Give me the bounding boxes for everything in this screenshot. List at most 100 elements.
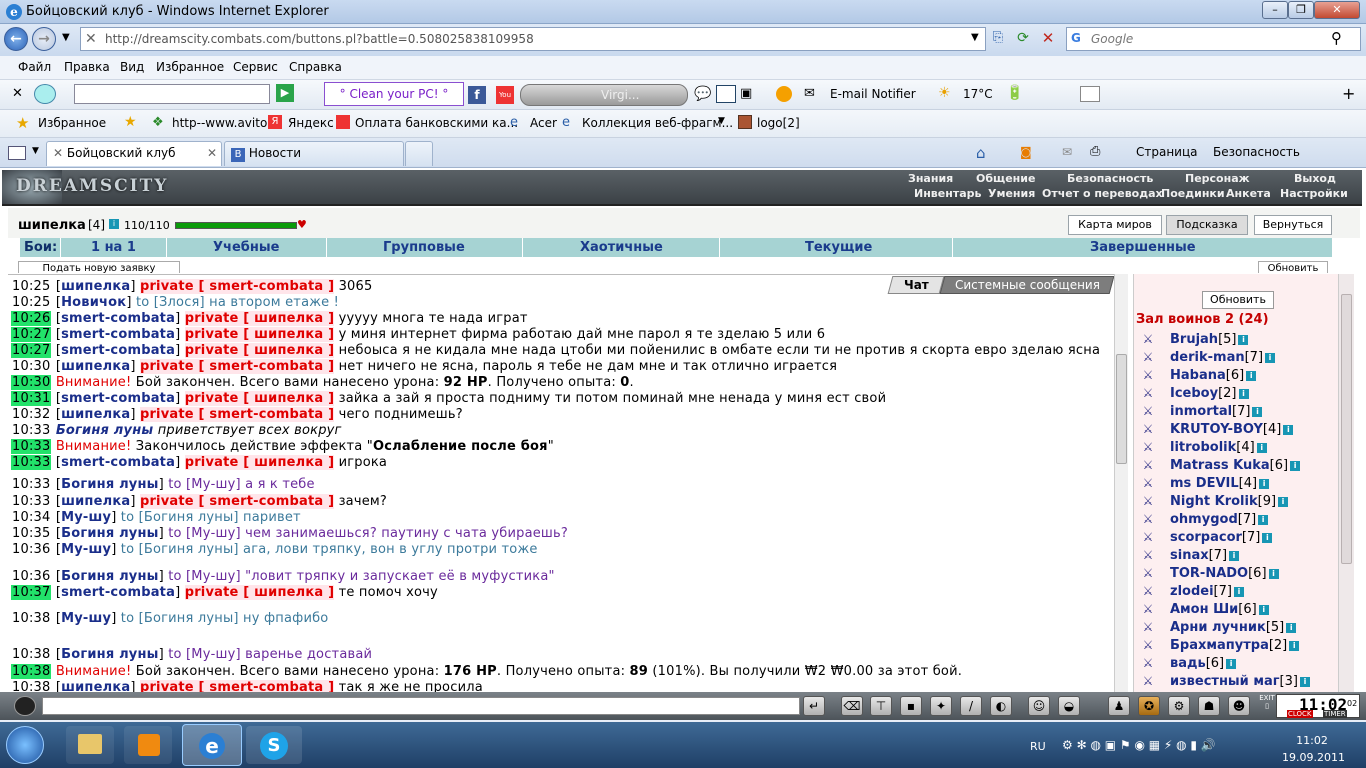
warrior-status-icon[interactable]: ⚔ — [1138, 620, 1158, 634]
chat-nick[interactable]: smert-combata — [61, 455, 175, 470]
warrior-item[interactable]: inmortal[7] i — [1170, 404, 1263, 419]
warriors-scroll-thumb[interactable] — [1341, 294, 1352, 564]
favorites-star-icon[interactable]: ★ — [16, 114, 29, 132]
exit-button[interactable]: EXIT ▯ — [1258, 694, 1276, 718]
nav-knowledge[interactable]: Знания — [908, 172, 953, 185]
warrior-status-icon[interactable]: ⚔ — [1138, 638, 1158, 652]
slash-icon[interactable]: / — [960, 696, 982, 716]
tab-chaotic[interactable]: Хаотичные — [580, 240, 663, 255]
info-icon[interactable]: i — [1283, 424, 1294, 435]
fav-yandex[interactable]: Яндекс — [288, 116, 334, 130]
menu-view[interactable]: Вид — [120, 60, 144, 74]
forward-button[interactable]: → — [32, 27, 56, 51]
warrior-name[interactable]: TOR-NADO — [1170, 566, 1248, 581]
helmet-icon[interactable]: ◒ — [1058, 696, 1080, 716]
warrior-status-icon[interactable]: ⚔ — [1138, 656, 1158, 670]
warrior-status-icon[interactable]: ⚔ — [1138, 494, 1158, 508]
new-tab-button[interactable] — [405, 141, 433, 166]
warrior-name[interactable]: Амон Ши — [1170, 602, 1238, 617]
fav-payment[interactable]: Оплата банковскими ка... — [355, 116, 518, 130]
info-icon[interactable]: i — [1299, 676, 1310, 687]
info-icon[interactable]: i — [1258, 604, 1269, 615]
character-name[interactable]: шипелка — [18, 218, 86, 233]
world-map-button[interactable]: Карта миров — [1068, 215, 1162, 235]
warrior-item[interactable]: известный маг[3] i — [1170, 674, 1310, 689]
tab-current[interactable]: Текущие — [805, 240, 872, 255]
menu-file[interactable]: Файл — [18, 60, 51, 74]
chat-nick[interactable]: smert-combata — [61, 343, 175, 358]
warrior-status-icon[interactable]: ⚔ — [1138, 350, 1158, 364]
chat-nick[interactable]: Му-шу — [61, 510, 111, 525]
info-icon[interactable]: i — [1262, 532, 1273, 543]
warrior-name[interactable]: известный маг — [1170, 674, 1280, 689]
media-player[interactable]: Virgi... — [520, 84, 688, 106]
filter-icon[interactable]: ⊤ — [870, 696, 892, 716]
warrior-name[interactable]: Brujah — [1170, 332, 1218, 347]
warrior-name[interactable]: Брахмапутра — [1170, 638, 1269, 653]
circle-icon[interactable] — [776, 86, 792, 102]
rss-icon[interactable]: ◙ — [1020, 145, 1032, 159]
info-icon[interactable]: i — [109, 219, 119, 229]
info-icon[interactable]: i — [1256, 442, 1267, 453]
warrior-name[interactable]: вадь — [1170, 656, 1206, 671]
chat-private-target[interactable]: private [ шипелка ] — [184, 311, 335, 326]
warrior-status-icon[interactable]: ⚔ — [1138, 530, 1158, 544]
warrior-status-icon[interactable]: ⚔ — [1138, 368, 1158, 382]
warrior-item[interactable]: Habana[6] i — [1170, 368, 1257, 383]
warrior-status-icon[interactable]: ⚔ — [1138, 566, 1158, 580]
warrior-name[interactable]: Habana — [1170, 368, 1226, 383]
url-dropdown-icon[interactable]: ▼ — [971, 32, 979, 43]
warrior-item[interactable]: Brujah[5] i — [1170, 332, 1249, 347]
menu-help[interactable]: Справка — [289, 60, 342, 74]
tab-fight-club[interactable]: ✕ Бойцовский клуб ✕ — [46, 141, 222, 166]
timer-label[interactable]: TIMER — [1323, 710, 1347, 718]
warrior-name[interactable]: Night Krolik — [1170, 494, 1258, 509]
quick-tabs-icon[interactable] — [8, 146, 26, 160]
fav-acer[interactable]: Acer — [530, 116, 557, 130]
info-icon[interactable]: i — [1246, 370, 1257, 381]
minimize-button[interactable]: – — [1262, 1, 1288, 19]
warrior-status-icon[interactable]: ⚔ — [1138, 602, 1158, 616]
chat-private-target[interactable]: private [ smert-combata ] — [139, 359, 335, 374]
warrior-status-icon[interactable]: ⚔ — [1138, 674, 1158, 688]
warrior-name[interactable]: Iceboy — [1170, 386, 1218, 401]
favorites-label[interactable]: Избранное — [38, 116, 106, 130]
url-field[interactable]: ✕ http://dreamscity.combats.com/buttons.… — [80, 27, 986, 51]
hint-button[interactable]: Подсказка — [1166, 215, 1248, 235]
close-tab-icon[interactable]: ✕ — [207, 146, 217, 160]
nav-security[interactable]: Безопасность — [1067, 172, 1153, 185]
tab-group[interactable]: Групповые — [383, 240, 465, 255]
info-icon[interactable]: i — [1290, 460, 1301, 471]
search-icon[interactable]: ⚲ — [1331, 29, 1342, 47]
nav-character[interactable]: Персонаж — [1185, 172, 1250, 185]
home-icon[interactable]: ⌂ — [976, 144, 986, 162]
lion-icon[interactable]: ✪ — [1138, 696, 1160, 716]
warrior-status-icon[interactable]: ⚔ — [1138, 404, 1158, 418]
refresh-requests-button[interactable]: Обновить — [1258, 261, 1328, 273]
figure-icon[interactable]: ♟ — [1108, 696, 1130, 716]
ie-taskbar-icon[interactable]: e — [182, 724, 242, 766]
info-icon[interactable]: i — [1265, 352, 1276, 363]
facebook-icon[interactable]: f — [468, 86, 486, 104]
nav-skills[interactable]: Умения — [988, 187, 1035, 200]
chevron-down-icon[interactable]: ▼ — [718, 116, 725, 126]
fav-webslices[interactable]: Коллекция веб-фрагм... — [582, 116, 733, 130]
warrior-status-icon[interactable]: ⚔ — [1138, 422, 1158, 436]
speed-icon[interactable]: ◐ — [990, 696, 1012, 716]
chat-private-target[interactable]: private [ шипелка ] — [184, 327, 335, 342]
warrior-status-icon[interactable]: ⚔ — [1138, 386, 1158, 400]
info-icon[interactable]: i — [1289, 640, 1300, 651]
chat-nick[interactable]: smert-combata — [61, 311, 175, 326]
system-messages-tab[interactable]: Системные сообщения — [939, 276, 1115, 294]
warrior-item[interactable]: Амон Ши[6] i — [1170, 602, 1269, 617]
chat-private-target[interactable]: private [ smert-combata ] — [139, 494, 335, 509]
info-icon[interactable]: i — [1286, 622, 1297, 633]
stop-icon[interactable]: ✕ — [1038, 29, 1058, 49]
warrior-name[interactable]: zlodei — [1170, 584, 1214, 599]
warrior-status-icon[interactable]: ⚔ — [1138, 332, 1158, 346]
warrior-item[interactable]: Iceboy[2] i — [1170, 386, 1249, 401]
menu-tools[interactable]: Сервис — [233, 60, 278, 74]
chat-private-target[interactable]: private [ шипелка ] — [184, 585, 335, 600]
info-icon[interactable]: i — [1226, 658, 1237, 669]
warrior-item[interactable]: scorpacor[7] i — [1170, 530, 1273, 545]
